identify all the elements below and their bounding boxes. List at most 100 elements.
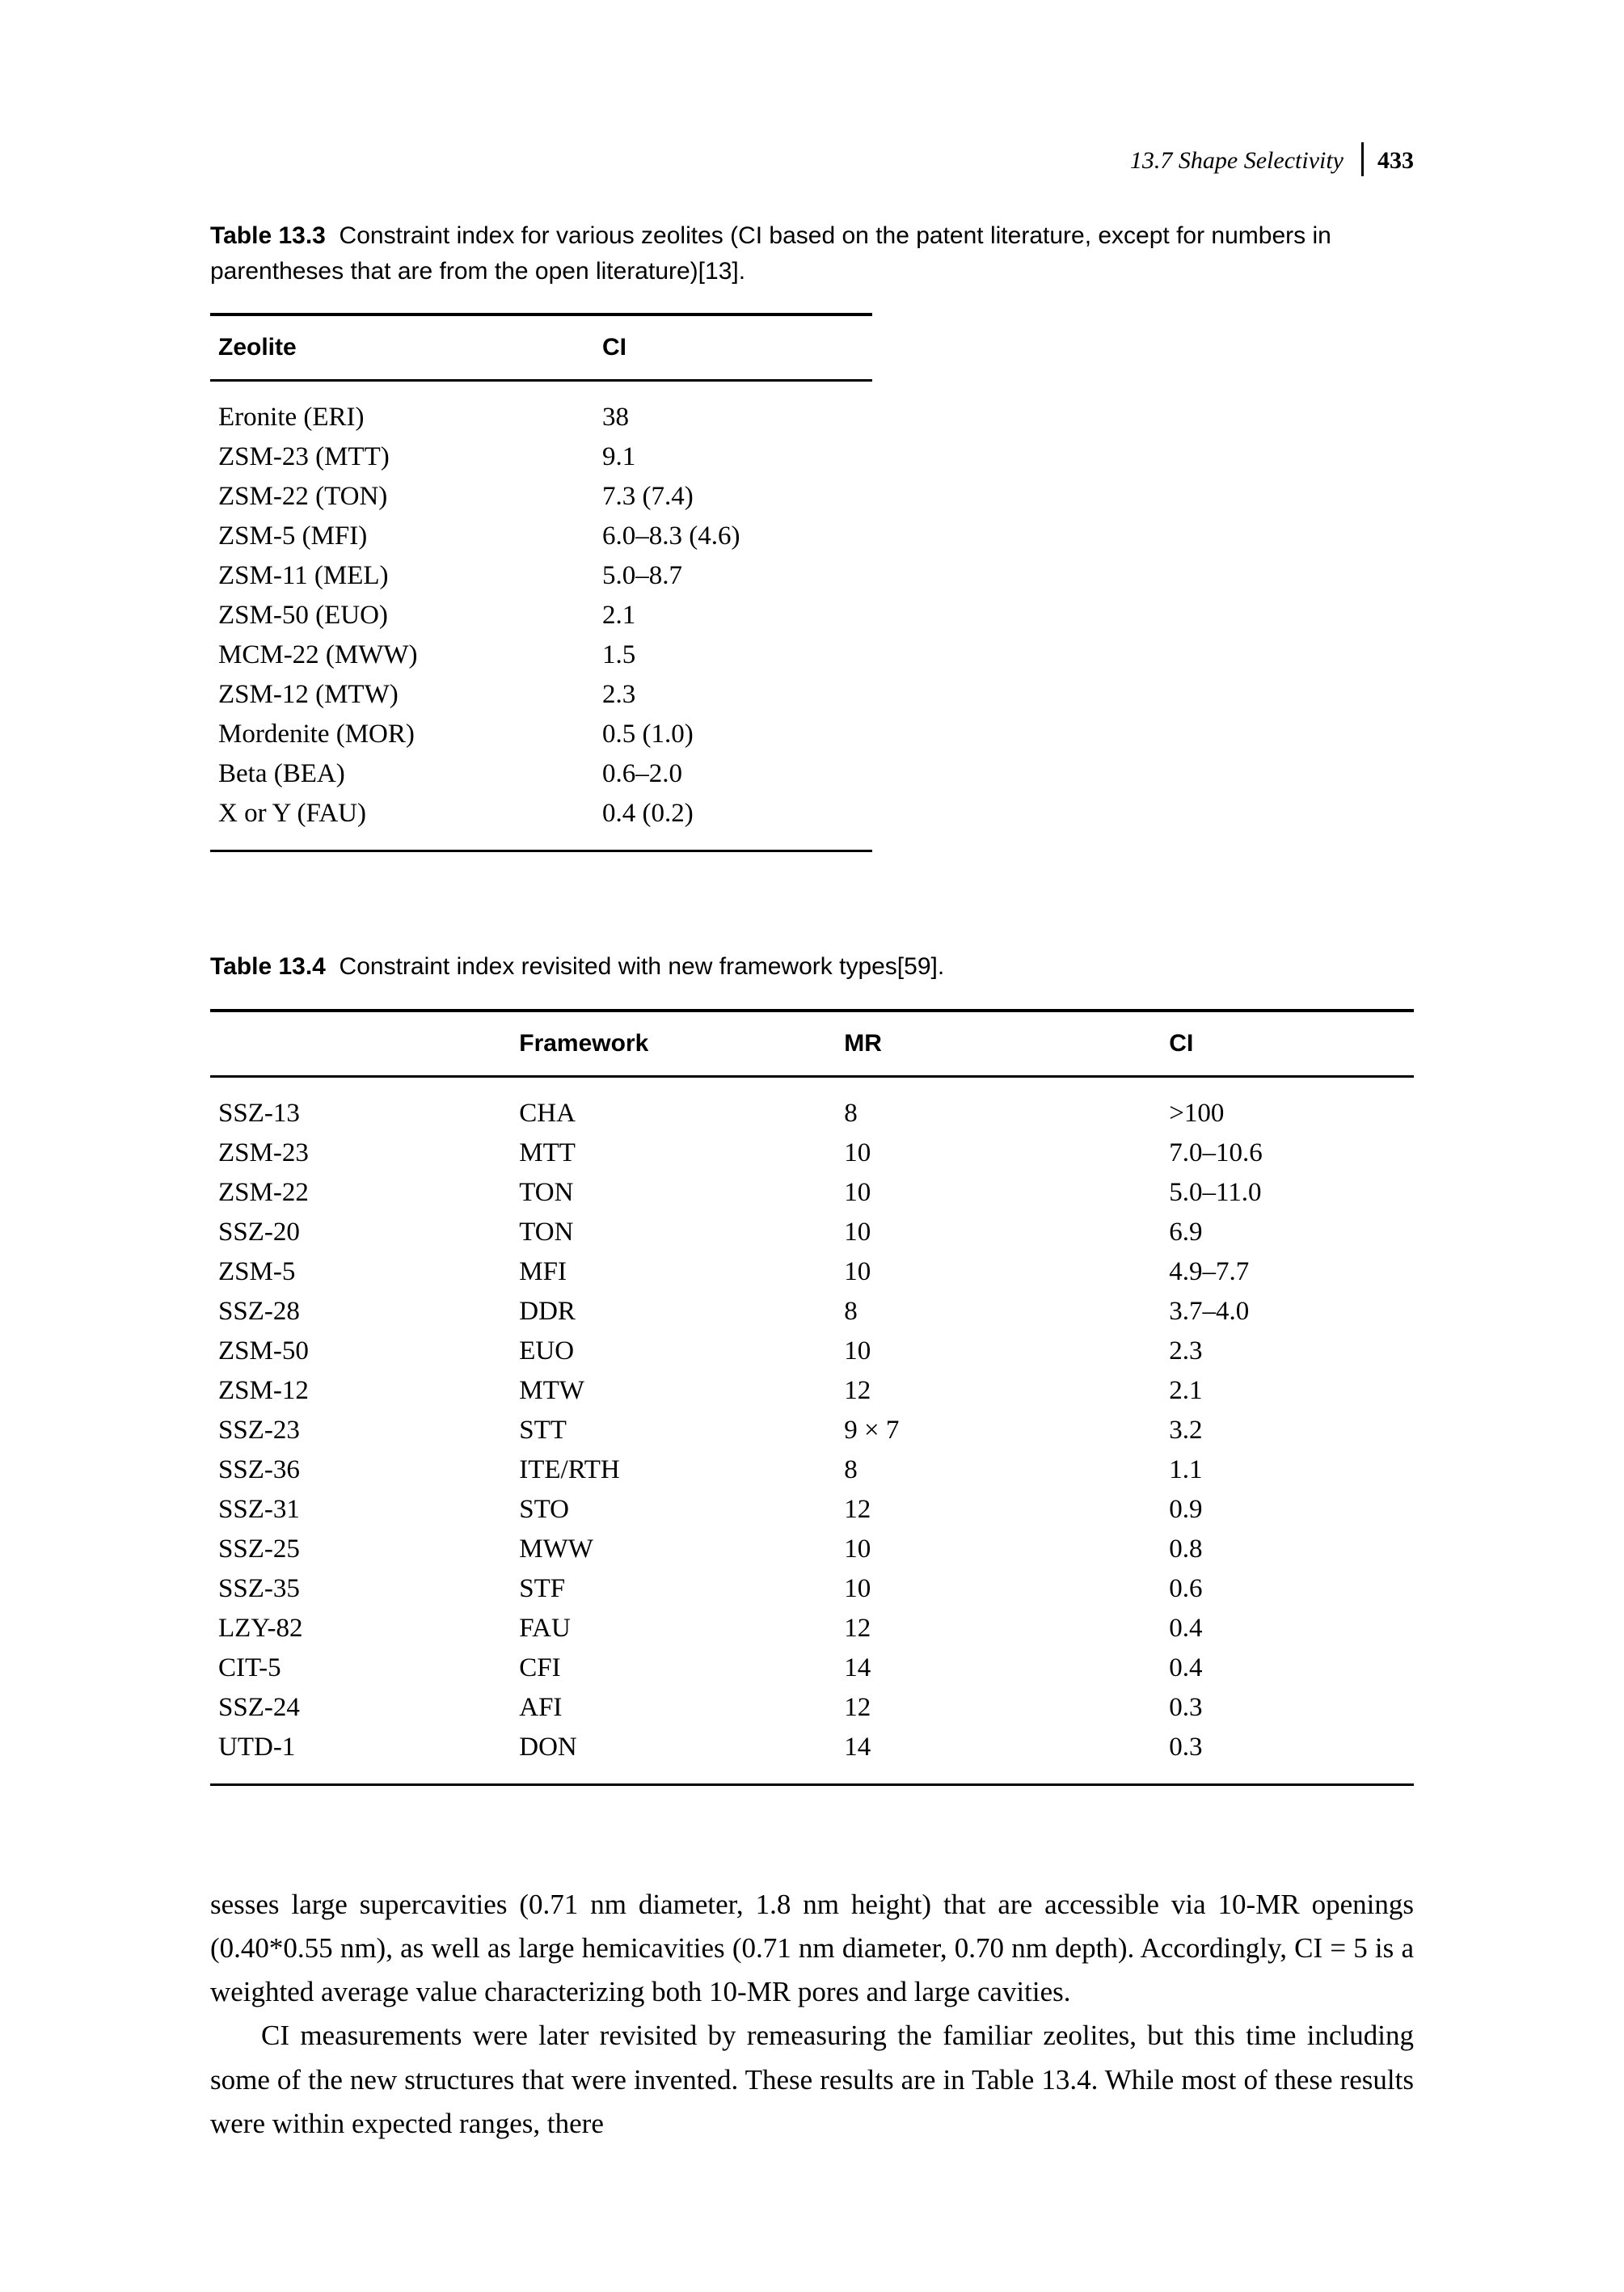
cell: 10 — [836, 1173, 1161, 1213]
table-row: MCM-22 (MWW)1.5 — [210, 635, 872, 675]
cell: 10 — [836, 1569, 1161, 1609]
cell: EUO — [511, 1332, 836, 1371]
cell: 14 — [836, 1728, 1161, 1785]
caption-label: Table 13.3 — [210, 222, 326, 249]
cell: 8 — [836, 1076, 1161, 1133]
cell: SSZ-31 — [210, 1490, 511, 1530]
cell: STT — [511, 1411, 836, 1450]
table-row: ZSM-50EUO102.3 — [210, 1332, 1414, 1371]
cell: ZSM-5 — [210, 1252, 511, 1292]
page: 13.7 Shape Selectivity 433 Table 13.3 Co… — [0, 0, 1624, 2292]
caption-label: Table 13.4 — [210, 953, 326, 980]
cell: 12 — [836, 1490, 1161, 1530]
table-133: Zeolite CI Eronite (ERI)38 ZSM-23 (MTT)9… — [210, 313, 872, 852]
cell: FAU — [511, 1609, 836, 1648]
cell: SSZ-13 — [210, 1076, 511, 1133]
cell: STF — [511, 1569, 836, 1609]
cell: DON — [511, 1728, 836, 1785]
cell: 0.3 — [1161, 1688, 1414, 1728]
cell: 7.3 (7.4) — [594, 477, 872, 517]
paragraph: CI measurements were later revisited by … — [210, 2014, 1414, 2146]
col-zeolite: Zeolite — [210, 314, 594, 381]
cell: 14 — [836, 1648, 1161, 1688]
cell: 2.3 — [594, 675, 872, 715]
cell: 9.1 — [594, 437, 872, 477]
col-ci: CI — [1161, 1011, 1414, 1077]
table-row: SSZ-36ITE/RTH81.1 — [210, 1450, 1414, 1490]
cell: ZSM-23 (MTT) — [210, 437, 594, 477]
cell: MTT — [511, 1133, 836, 1173]
cell: TON — [511, 1173, 836, 1213]
table-row: ZSM-11 (MEL)5.0–8.7 — [210, 556, 872, 596]
table-row: ZSM-12 (MTW)2.3 — [210, 675, 872, 715]
table-row: UTD-1DON140.3 — [210, 1728, 1414, 1785]
table-row: ZSM-50 (EUO)2.1 — [210, 596, 872, 635]
col-blank — [210, 1011, 511, 1077]
cell: ITE/RTH — [511, 1450, 836, 1490]
cell: 12 — [836, 1609, 1161, 1648]
caption-text: Constraint index revisited with new fram… — [340, 953, 945, 980]
cell: Beta (BEA) — [210, 754, 594, 794]
cell: 10 — [836, 1252, 1161, 1292]
cell: SSZ-28 — [210, 1292, 511, 1332]
col-mr: MR — [836, 1011, 1161, 1077]
cell: AFI — [511, 1688, 836, 1728]
body-text: sesses large supercavities (0.71 nm diam… — [210, 1883, 1414, 2146]
table-row: ZSM-23MTT107.0–10.6 — [210, 1133, 1414, 1173]
cell: ZSM-50 — [210, 1332, 511, 1371]
cell: LZY-82 — [210, 1609, 511, 1648]
cell: MCM-22 (MWW) — [210, 635, 594, 675]
cell: ZSM-12 (MTW) — [210, 675, 594, 715]
table-head-row: Framework MR CI — [210, 1011, 1414, 1077]
cell: 7.0–10.6 — [1161, 1133, 1414, 1173]
table-row: SSZ-35STF100.6 — [210, 1569, 1414, 1609]
cell: 6.9 — [1161, 1213, 1414, 1252]
cell: 0.8 — [1161, 1530, 1414, 1569]
table-row: Beta (BEA)0.6–2.0 — [210, 754, 872, 794]
cell: 6.0–8.3 (4.6) — [594, 517, 872, 556]
table-row: CIT-5CFI140.4 — [210, 1648, 1414, 1688]
col-ci: CI — [594, 314, 872, 381]
cell: SSZ-35 — [210, 1569, 511, 1609]
cell: 3.7–4.0 — [1161, 1292, 1414, 1332]
cell: ZSM-11 (MEL) — [210, 556, 594, 596]
cell: UTD-1 — [210, 1728, 511, 1785]
col-framework: Framework — [511, 1011, 836, 1077]
cell: 2.1 — [1161, 1371, 1414, 1411]
cell: 0.4 — [1161, 1648, 1414, 1688]
cell: SSZ-36 — [210, 1450, 511, 1490]
cell: 2.3 — [1161, 1332, 1414, 1371]
cell: SSZ-23 — [210, 1411, 511, 1450]
cell: 1.1 — [1161, 1450, 1414, 1490]
cell: 1.5 — [594, 635, 872, 675]
divider — [1361, 142, 1364, 176]
table-head-row: Zeolite CI — [210, 314, 872, 381]
cell: X or Y (FAU) — [210, 794, 594, 851]
cell: >100 — [1161, 1076, 1414, 1133]
table-row: ZSM-5MFI104.9–7.7 — [210, 1252, 1414, 1292]
cell: CHA — [511, 1076, 836, 1133]
table-row: SSZ-23STT9 × 73.2 — [210, 1411, 1414, 1450]
cell: 5.0–11.0 — [1161, 1173, 1414, 1213]
cell: SSZ-25 — [210, 1530, 511, 1569]
section-title: 13.7 Shape Selectivity — [1130, 147, 1343, 174]
cell: 10 — [836, 1213, 1161, 1252]
cell: 12 — [836, 1371, 1161, 1411]
table-row: SSZ-13CHA8>100 — [210, 1076, 1414, 1133]
cell: DDR — [511, 1292, 836, 1332]
table-134: Framework MR CI SSZ-13CHA8>100 ZSM-23MTT… — [210, 1009, 1414, 1786]
content: Table 13.3 Constraint index for various … — [210, 218, 1414, 2146]
cell: SSZ-20 — [210, 1213, 511, 1252]
cell: 0.4 — [1161, 1609, 1414, 1648]
cell: 38 — [594, 381, 872, 438]
table-row: SSZ-24AFI120.3 — [210, 1688, 1414, 1728]
cell: 0.6–2.0 — [594, 754, 872, 794]
table-row: ZSM-22TON105.0–11.0 — [210, 1173, 1414, 1213]
cell: 3.2 — [1161, 1411, 1414, 1450]
cell: 10 — [836, 1332, 1161, 1371]
cell: 0.4 (0.2) — [594, 794, 872, 851]
cell: CIT-5 — [210, 1648, 511, 1688]
cell: Eronite (ERI) — [210, 381, 594, 438]
cell: 0.6 — [1161, 1569, 1414, 1609]
table-row: Mordenite (MOR)0.5 (1.0) — [210, 715, 872, 754]
